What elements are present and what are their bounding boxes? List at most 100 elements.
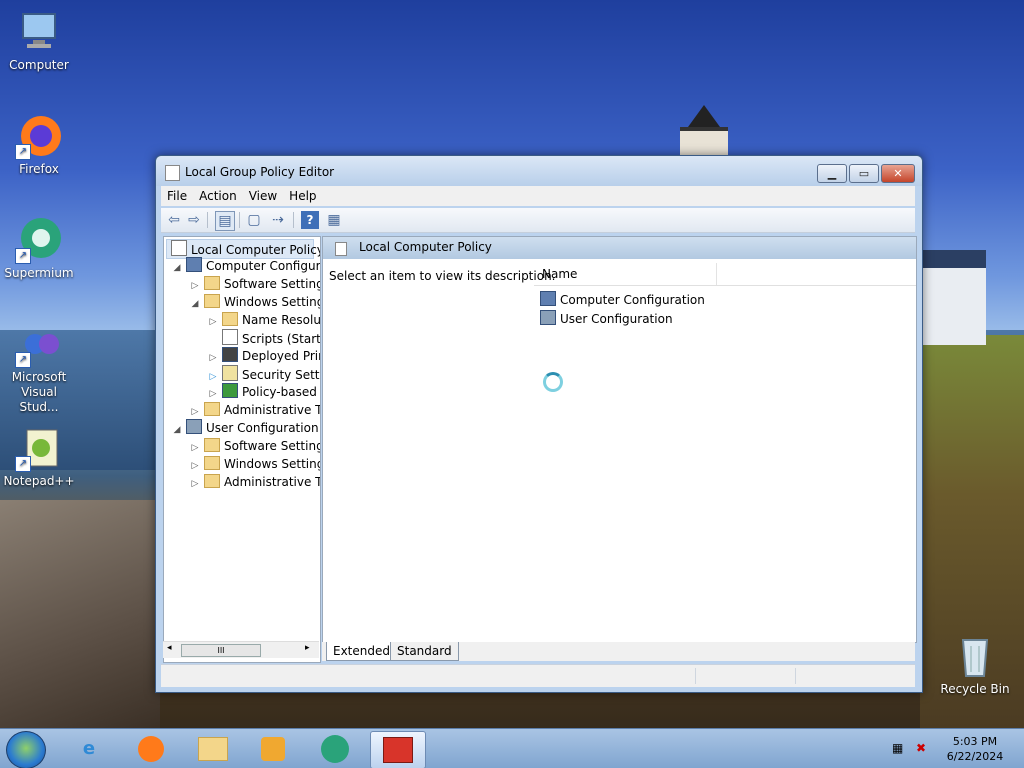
- tree-horizontal-scrollbar[interactable]: ◂ III ▸: [163, 641, 319, 658]
- folder-icon: [204, 438, 220, 452]
- tree-item-scripts[interactable]: Scripts (Startu: [208, 329, 320, 347]
- taskbar-firefox[interactable]: [124, 731, 178, 767]
- tree-item-deployed-printers[interactable]: ▷ Deployed Prir: [208, 347, 320, 365]
- folder-icon: [204, 456, 220, 470]
- computer-config-icon: [186, 257, 202, 272]
- folder-icon: [204, 402, 220, 416]
- tree-item-user-configuration[interactable]: ◢ User Configuration: [172, 419, 319, 437]
- tab-extended[interactable]: Extended: [326, 642, 397, 661]
- folder-icon: [222, 312, 238, 326]
- window-title: Local Group Policy Editor: [185, 165, 335, 179]
- tree-item-local-computer-policy[interactable]: Local Computer Policy: [166, 239, 320, 259]
- desktop-icon-label: Visual Stud...: [19, 385, 59, 414]
- computer-icon: [15, 8, 63, 56]
- action-pane-icon[interactable]: ▦: [325, 211, 343, 229]
- toolbar-divider: [293, 212, 294, 228]
- wallpaper-house: [922, 250, 986, 345]
- tab-standard[interactable]: Standard: [390, 642, 459, 661]
- status-divider: [795, 668, 796, 684]
- volume-muted-icon[interactable]: ✖: [916, 741, 932, 757]
- group-policy-window: Local Group Policy Editor ▁ ▭ ✕ File Acti…: [155, 155, 923, 693]
- tree-item-security-settings[interactable]: ▷ Security Settir: [208, 365, 320, 383]
- column-divider[interactable]: [716, 263, 717, 285]
- menu-action[interactable]: Action: [193, 186, 243, 206]
- desktop-icon-notepadpp[interactable]: ↗ Notepad++: [0, 424, 78, 489]
- media-player-icon: [261, 737, 285, 761]
- forward-arrow-icon[interactable]: ⇨: [185, 211, 203, 229]
- clock-time: 5:03 PM: [952, 735, 998, 748]
- bar-chart-icon: [222, 383, 238, 398]
- folder-open-icon: [204, 294, 220, 308]
- security-lock-icon: [222, 365, 238, 381]
- shortcut-arrow-icon: ↗: [15, 352, 31, 368]
- shortcut-arrow-icon: ↗: [15, 248, 31, 264]
- taskbar-group-policy-editor[interactable]: [370, 731, 426, 768]
- tree-item-windows-settings[interactable]: ◢ Windows Setting: [190, 293, 320, 313]
- tree-item-user-administrative-templates[interactable]: ▷ Administrative Te: [190, 473, 320, 493]
- explorer-icon: [198, 737, 228, 761]
- view-tabs: Extended Standard: [322, 642, 915, 661]
- desktop-icon-label: Microsoft: [11, 370, 67, 384]
- policy-document-icon: [171, 240, 187, 256]
- scroll-left-icon[interactable]: ◂: [167, 643, 172, 653]
- desktop-icon-firefox[interactable]: ↗ Firefox: [0, 112, 78, 177]
- scroll-right-icon[interactable]: ▸: [305, 643, 310, 653]
- taskbar-internet-explorer[interactable]: e: [62, 731, 116, 767]
- help-icon[interactable]: ?: [301, 211, 319, 229]
- shortcut-arrow-icon: ↗: [15, 456, 31, 472]
- tree-item-user-windows-settings[interactable]: ▷ Windows Setting: [190, 455, 320, 473]
- minimize-button[interactable]: ▁: [817, 164, 847, 183]
- desktop-icon-computer[interactable]: Computer: [0, 8, 78, 73]
- back-arrow-icon[interactable]: ⇦: [165, 211, 183, 229]
- clock-date: 6/22/2024: [946, 750, 1004, 763]
- policy-document-icon: [335, 242, 347, 256]
- tree-item-administrative-templates[interactable]: ▷ Administrative Te: [190, 401, 320, 419]
- folder-icon: [204, 276, 220, 290]
- export-list-icon[interactable]: ⇢: [269, 211, 287, 229]
- tree-item-software-settings[interactable]: ▷ Software Settings: [190, 275, 320, 293]
- menu-file[interactable]: File: [161, 186, 193, 206]
- properties-icon[interactable]: ▢: [245, 211, 263, 229]
- details-header-title: Local Computer Policy: [359, 240, 492, 254]
- visual-studio-icon: ↗: [15, 320, 63, 368]
- desktop-icon-visual-studio[interactable]: ↗ Microsoft Visual Stud...: [0, 320, 78, 415]
- title-bar[interactable]: Local Group Policy Editor ▁ ▭ ✕: [156, 156, 922, 186]
- wallpaper-lighthouse: [678, 105, 730, 161]
- taskbar-media-player[interactable]: [246, 731, 300, 767]
- collapse-arrow-icon[interactable]: ◢: [190, 295, 200, 313]
- user-config-icon: [186, 419, 202, 434]
- expand-arrow-icon[interactable]: ▷: [190, 475, 200, 493]
- tree-item-user-software-settings[interactable]: ▷ Software Settings: [190, 437, 320, 455]
- tree-item-name-resolution[interactable]: ▷ Name Resolut: [208, 311, 320, 329]
- tree-item-computer-configuration[interactable]: ◢ Computer Configura: [172, 257, 320, 277]
- collapse-arrow-icon[interactable]: ◢: [172, 259, 182, 277]
- collapse-arrow-icon[interactable]: ◢: [172, 421, 182, 439]
- recycle-bin-icon: [951, 632, 999, 680]
- show-hide-tree-icon[interactable]: ▤: [215, 211, 235, 231]
- taskbar-supermium[interactable]: [308, 731, 362, 767]
- navigation-tree: Local Computer Policy ◢ Computer Configur…: [163, 236, 321, 663]
- tree-item-policy-based-qos[interactable]: ▷ Policy-based: [208, 383, 317, 401]
- desktop-icon-label: Recycle Bin: [940, 682, 1010, 696]
- folder-icon: [204, 474, 220, 488]
- menu-help[interactable]: Help: [283, 186, 322, 206]
- network-icon[interactable]: ▦: [892, 741, 908, 757]
- supermium-icon: [321, 735, 349, 763]
- scrollbar-thumb[interactable]: III: [181, 644, 261, 657]
- clock[interactable]: 5:03 PM 6/22/2024: [944, 734, 1006, 764]
- close-button[interactable]: ✕: [881, 164, 915, 183]
- user-config-icon: [540, 310, 556, 325]
- menu-view[interactable]: View: [243, 186, 283, 206]
- toolbar: ⇦ ⇨ ▤ ▢ ⇢ ? ▦: [161, 208, 915, 233]
- desktop-icon-supermium[interactable]: ↗ Supermium: [0, 216, 78, 281]
- column-header-name[interactable]: Name: [542, 267, 577, 281]
- list-item-computer-configuration[interactable]: Computer Configuration: [540, 291, 705, 307]
- status-bar: [161, 664, 915, 687]
- printer-icon: [222, 347, 238, 362]
- taskbar-explorer[interactable]: [186, 731, 240, 767]
- start-button[interactable]: [6, 731, 46, 768]
- maximize-button[interactable]: ▭: [849, 164, 879, 183]
- list-item-user-configuration[interactable]: User Configuration: [540, 310, 673, 326]
- desktop-icon-recycle-bin[interactable]: Recycle Bin: [936, 632, 1014, 697]
- firefox-icon: [138, 736, 164, 762]
